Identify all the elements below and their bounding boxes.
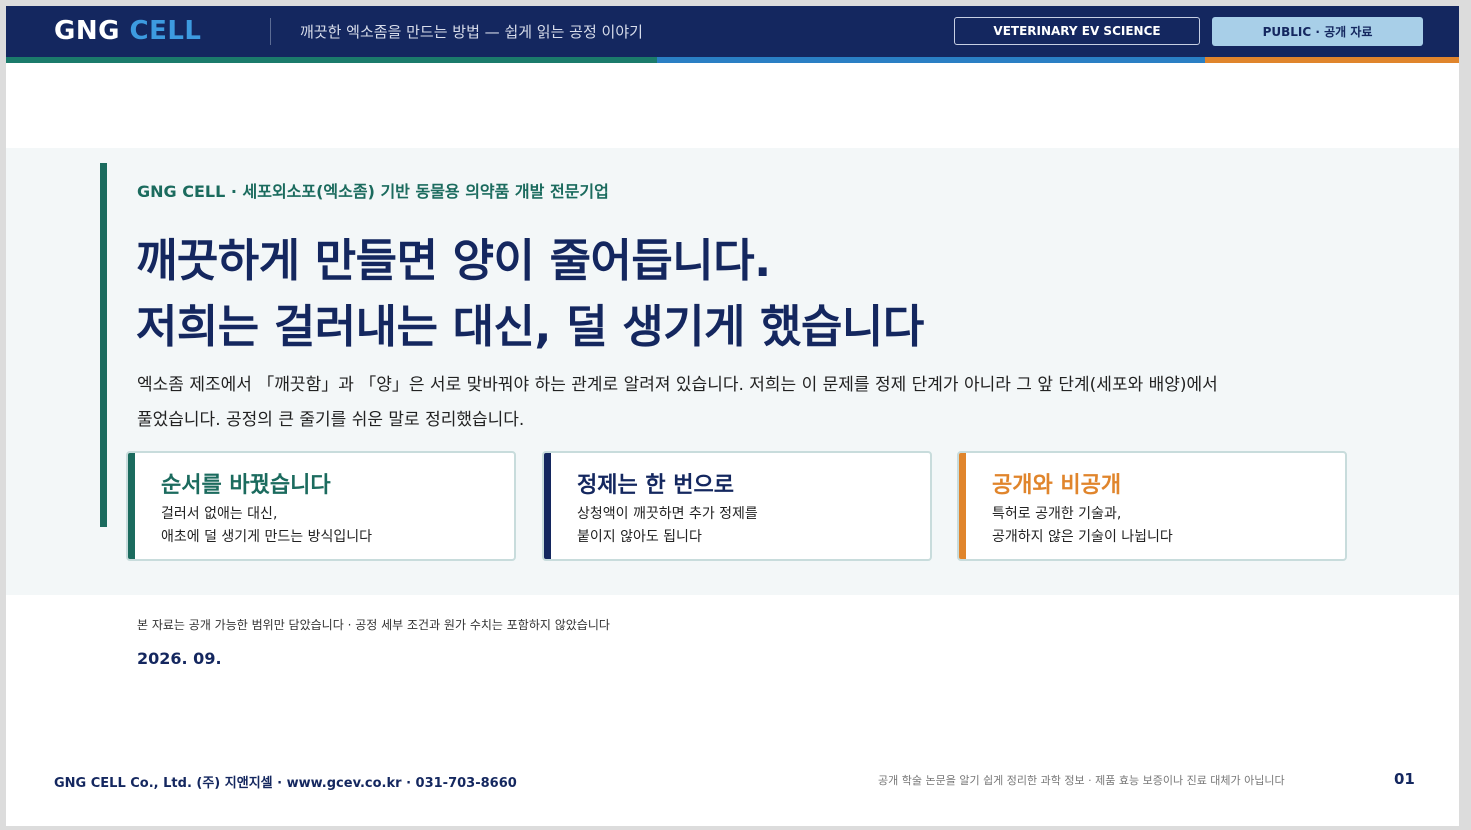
card-title: 공개와 비공개	[992, 473, 1122, 498]
card-title: 순서를 바꿨습니다	[161, 473, 331, 498]
hero-accent-rule	[100, 163, 107, 527]
card-single-purification: 정제는 한 번으로 상청액이 깨끗하면 추가 정제를 붙이지 않아도 됩니다	[542, 451, 932, 561]
card-text: 걸러서 없애는 대신, 애초에 덜 생기게 만드는 방식입니다	[161, 503, 372, 549]
badge-veterinary-science: VETERINARY EV SCIENCE	[954, 17, 1200, 45]
card-text: 상청액이 깨끗하면 추가 정제를 붙이지 않아도 됩니다	[577, 503, 758, 549]
footer-company-info: GNG CELL Co., Ltd. (주) 지앤지셀 · www.gcev.c…	[54, 776, 517, 791]
brand-gng: GNG	[54, 16, 120, 46]
card-text-line-1: 상청액이 깨끗하면 추가 정제를	[577, 506, 758, 522]
header-subtitle: 깨끗한 엑소좀을 만드는 방법 — 쉽게 읽는 공정 이야기	[300, 23, 643, 41]
badge-public: PUBLIC · 공개 자료	[1212, 17, 1423, 46]
publication-date: 2026. 09.	[137, 649, 222, 668]
hero-lead: 엑소좀 제조에서 「깨끗함」과 「양」은 서로 맞바꿔야 하는 관계로 알려져 …	[137, 368, 1327, 438]
card-text-line-2: 애초에 덜 생기게 만드는 방식입니다	[161, 529, 372, 545]
accent-stripe-orange	[1205, 57, 1459, 63]
brand-logo: GNG CELL	[54, 16, 202, 46]
top-bar: GNG CELL 깨끗한 엑소좀을 만드는 방법 — 쉽게 읽는 공정 이야기 …	[6, 6, 1459, 57]
card-public-private: 공개와 비공개 특허로 공개한 기술과, 공개하지 않은 기술이 나뉩니다	[957, 451, 1347, 561]
card-text-line-2: 공개하지 않은 기술이 나뉩니다	[992, 529, 1173, 545]
card-text-line-1: 특허로 공개한 기술과,	[992, 506, 1122, 522]
hero-eyebrow: GNG CELL · 세포외소포(엑소좀) 기반 동물용 의약품 개발 전문기업	[137, 182, 609, 201]
lead-line-2: 풀었습니다. 공정의 큰 줄기를 쉬운 말로 정리했습니다.	[137, 410, 525, 430]
brand-cell: CELL	[129, 16, 202, 46]
card-accent-bar	[128, 453, 135, 559]
card-accent-bar	[544, 453, 551, 559]
card-text-line-1: 걸러서 없애는 대신,	[161, 506, 278, 522]
headline-line-1: 깨끗하게 만들면 양이 줄어듭니다.	[136, 234, 771, 287]
card-title: 정제는 한 번으로	[577, 473, 734, 498]
card-text-line-2: 붙이지 않아도 됩니다	[577, 529, 702, 545]
scope-note: 본 자료는 공개 가능한 범위만 담았습니다 · 공정 세부 조건과 원가 수치…	[137, 618, 610, 632]
headline-line-2: 저희는 걸러내는 대신, 덜 생기게 했습니다	[136, 300, 924, 353]
footer-disclaimer: 공개 학술 논문을 알기 쉽게 정리한 과학 정보 · 제품 효능 보증이나 진…	[878, 774, 1285, 787]
hero-headline: 깨끗하게 만들면 양이 줄어듭니다. 저희는 걸러내는 대신, 덜 생기게 했습…	[136, 228, 924, 360]
slide: GNG CELL 깨끗한 엑소좀을 만드는 방법 — 쉽게 읽는 공정 이야기 …	[6, 6, 1459, 826]
header-divider	[270, 18, 271, 45]
accent-stripe-blue	[657, 57, 1205, 63]
page-number: 01	[1394, 770, 1415, 788]
card-accent-bar	[959, 453, 966, 559]
card-order-changed: 순서를 바꿨습니다 걸러서 없애는 대신, 애초에 덜 생기게 만드는 방식입니…	[126, 451, 516, 561]
lead-line-1: 엑소좀 제조에서 「깨끗함」과 「양」은 서로 맞바꿔야 하는 관계로 알려져 …	[137, 375, 1218, 395]
card-text: 특허로 공개한 기술과, 공개하지 않은 기술이 나뉩니다	[992, 503, 1173, 549]
accent-stripe-teal	[6, 57, 657, 63]
